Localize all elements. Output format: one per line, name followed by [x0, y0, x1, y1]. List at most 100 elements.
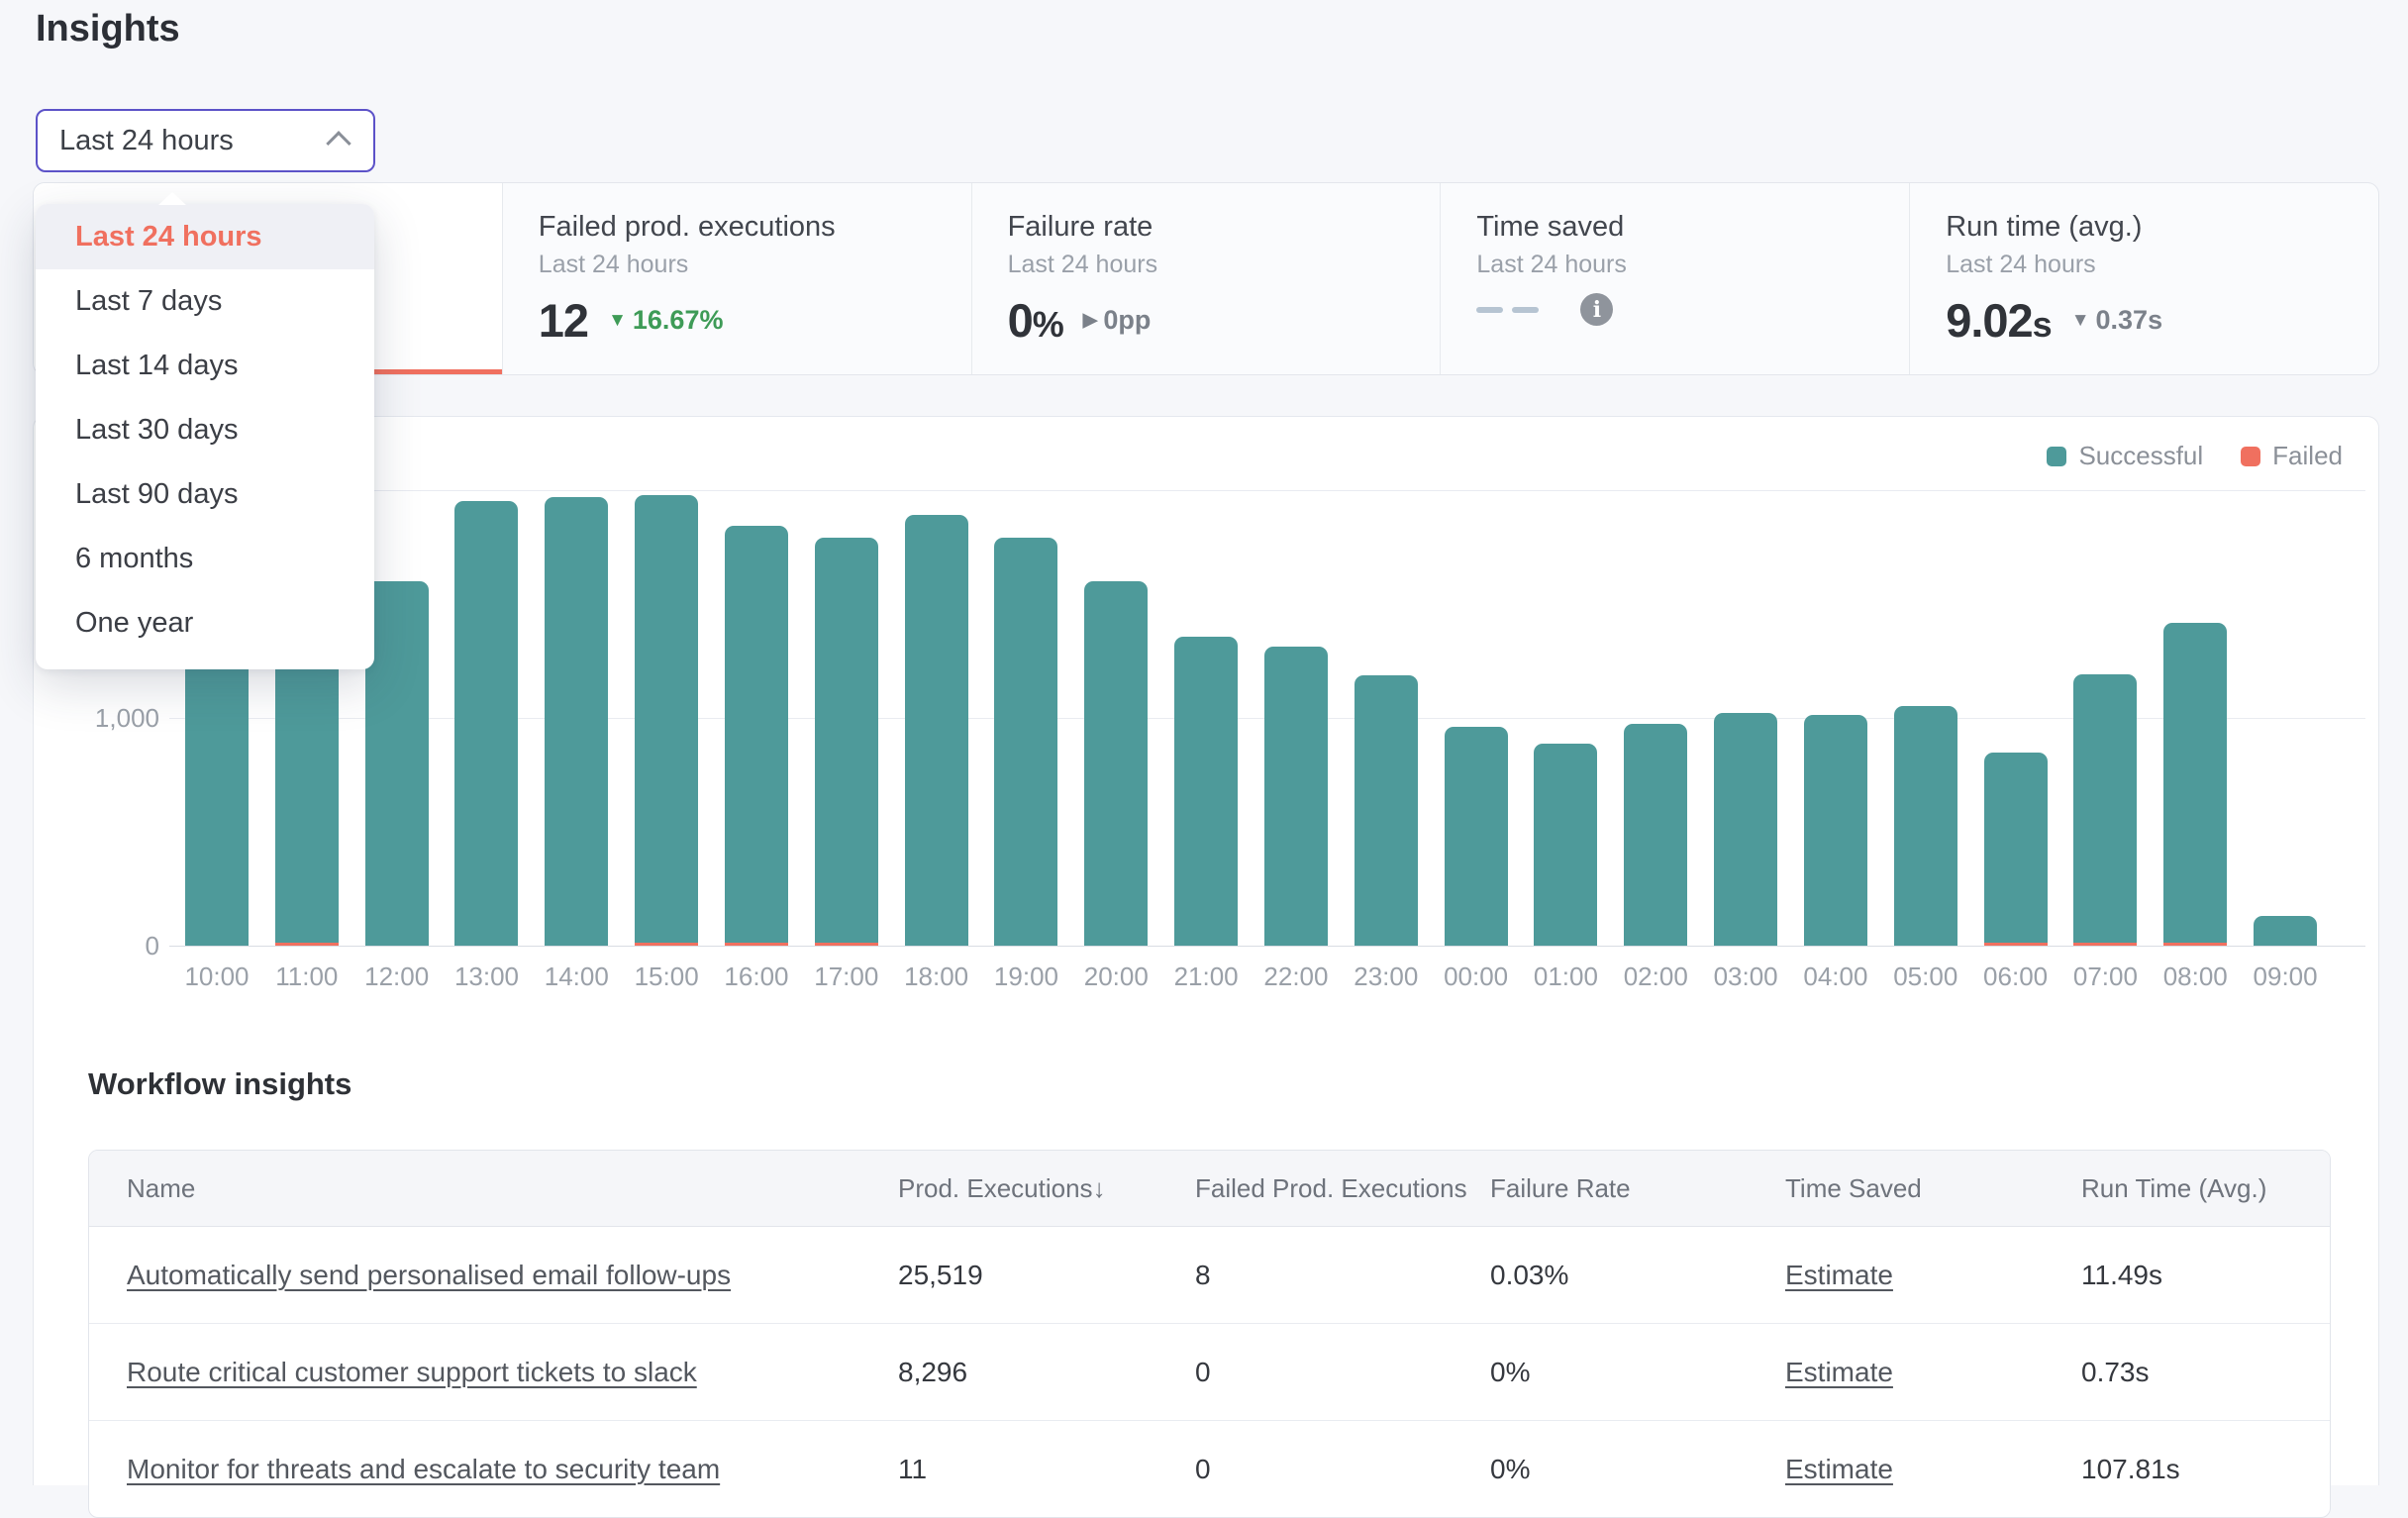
x-axis-tick-label: 09:00 [2236, 961, 2335, 992]
bar-successful-segment [635, 495, 698, 943]
time-range-dropdown-menu: Last 24 hoursLast 7 daysLast 14 daysLast… [36, 204, 374, 669]
cell-run-time-avg: 11.49s [2081, 1260, 2330, 1291]
bar-08:00 [2163, 623, 2227, 946]
x-axis-tick-label: 14:00 [527, 961, 626, 992]
x-axis-tick-label: 12:00 [348, 961, 447, 992]
estimate-link[interactable]: Estimate [1785, 1260, 1893, 1290]
card-value: 9.02s [1946, 293, 2052, 348]
x-axis-tick-label: 08:00 [2146, 961, 2245, 992]
time-range-option-last-7-days[interactable]: Last 7 days [36, 269, 374, 334]
bar-failed-segment [635, 943, 698, 946]
sort-descending-icon: ↓ [1093, 1173, 1106, 1203]
bar-successful-segment [1894, 706, 1957, 946]
bar-failed-segment [2073, 943, 2137, 946]
time-range-selected-value: Last 24 hours [59, 125, 234, 157]
insights-panel: SuccessfulFailed 01,0002,00010:0011:0012… [33, 416, 2379, 1485]
time-range-option-last-14-days[interactable]: Last 14 days [36, 334, 374, 398]
legend-item-successful[interactable]: Successful [2047, 441, 2203, 471]
bar-successful-segment [725, 526, 788, 943]
bar-successful-segment [815, 538, 878, 943]
column-header-failed-prod-executions[interactable]: Failed Prod. Executions [1195, 1173, 1490, 1204]
bar-07:00 [2073, 674, 2137, 946]
bar-18:00 [905, 515, 968, 946]
x-axis-tick-label: 21:00 [1156, 961, 1255, 992]
x-axis-tick-label: 18:00 [887, 961, 986, 992]
bar-23:00 [1354, 675, 1418, 946]
x-axis-tick-label: 16:00 [707, 961, 806, 992]
workflow-name-link[interactable]: Route critical customer support tickets … [127, 1357, 697, 1387]
cell-failure-rate: 0% [1490, 1454, 1785, 1485]
time-range-option-last-30-days[interactable]: Last 30 days [36, 398, 374, 462]
estimate-link[interactable]: Estimate [1785, 1357, 1893, 1387]
time-range-option-last-24-hours[interactable]: Last 24 hours [36, 204, 374, 269]
summary-cards-row: Failed prod. executionsLast 24 hours12▼1… [33, 182, 2379, 375]
no-data-dashes [1476, 307, 1539, 313]
bar-successful-segment [1264, 647, 1328, 946]
time-range-option-one-year[interactable]: One year [36, 591, 374, 656]
bar-03:00 [1714, 713, 1777, 946]
chart-legend: Successful Failed [2047, 441, 2343, 471]
bar-successful-segment [1984, 753, 2048, 943]
legend-item-failed[interactable]: Failed [2241, 441, 2343, 471]
card-delta: ▼16.67% [608, 305, 723, 336]
x-axis-tick-label: 02:00 [1606, 961, 1705, 992]
card-value: 12 [539, 293, 588, 348]
x-axis-tick-label: 05:00 [1876, 961, 1975, 992]
column-header-prod-executions[interactable]: Prod. Executions↓ [898, 1173, 1195, 1204]
column-header-name[interactable]: Name [89, 1173, 898, 1204]
x-axis-tick-label: 01:00 [1516, 961, 1615, 992]
card-delta: ▼0.37s [2071, 305, 2162, 336]
cell-prod-executions: 25,519 [898, 1260, 1195, 1291]
bar-successful-segment [1624, 724, 1687, 946]
card-delta: ▶0pp [1083, 305, 1152, 336]
bar-01:00 [1534, 744, 1597, 946]
card-title: Run time (avg.) [1946, 211, 2378, 244]
chevron-up-icon [326, 131, 351, 155]
bar-11:00 [275, 642, 339, 946]
bar-successful-segment [454, 501, 518, 946]
summary-card-run-time-avg-[interactable]: Run time (avg.) Last 24 hours 9.02s ▼0.37s [1910, 183, 2378, 374]
table-row: Monitor for threats and escalate to secu… [89, 1420, 2330, 1517]
bar-successful-segment [545, 497, 608, 946]
bar-successful-segment [1445, 727, 1508, 946]
legend-swatch-successful [2047, 447, 2066, 466]
bar-successful-segment [1174, 637, 1238, 946]
table-row: Automatically send personalised email fo… [89, 1227, 2330, 1323]
column-header-failure-rate[interactable]: Failure Rate [1490, 1173, 1785, 1204]
x-axis-tick-label: 11:00 [257, 961, 356, 992]
bar-failed-segment [275, 943, 339, 946]
estimate-link[interactable]: Estimate [1785, 1454, 1893, 1484]
card-value: 0% [1008, 293, 1063, 348]
y-axis-tick-label: 1,000 [34, 703, 159, 733]
bar-22:00 [1264, 647, 1328, 946]
summary-card-failed-prod-executions[interactable]: Failed prod. executionsLast 24 hours12▼1… [503, 183, 972, 374]
bar-00:00 [1445, 727, 1508, 946]
bar-15:00 [635, 495, 698, 946]
cell-prod-executions: 8,296 [898, 1357, 1195, 1388]
workflow-name-link[interactable]: Monitor for threats and escalate to secu… [127, 1454, 720, 1484]
summary-card-time-saved[interactable]: Time savedLast 24 hours [1441, 183, 1910, 374]
cell-failed-prod-executions: 0 [1195, 1357, 1490, 1388]
bar-02:00 [1624, 724, 1687, 946]
bar-16:00 [725, 526, 788, 946]
cell-run-time-avg: 0.73s [2081, 1357, 2330, 1388]
card-subtitle: Last 24 hours [1946, 251, 2378, 279]
time-range-select[interactable]: Last 24 hours [36, 109, 375, 172]
workflow-name-link[interactable]: Automatically send personalised email fo… [127, 1260, 731, 1290]
bar-14:00 [545, 497, 608, 946]
gridline-0 [169, 946, 2365, 947]
table-row: Route critical customer support tickets … [89, 1323, 2330, 1420]
column-header-run-time-avg-[interactable]: Run Time (Avg.) [2081, 1173, 2330, 1204]
bar-17:00 [815, 538, 878, 946]
table-header-row: NameProd. Executions↓Failed Prod. Execut… [89, 1151, 2330, 1227]
time-range-option-last-90-days[interactable]: Last 90 days [36, 462, 374, 527]
time-range-option-6-months[interactable]: 6 months [36, 527, 374, 591]
x-axis-tick-label: 10:00 [167, 961, 266, 992]
bar-05:00 [1894, 706, 1957, 946]
bar-failed-segment [2163, 943, 2227, 946]
card-subtitle: Last 24 hours [1008, 251, 1441, 279]
column-header-time-saved[interactable]: Time Saved [1785, 1173, 2081, 1204]
info-icon[interactable] [1580, 293, 1613, 326]
x-axis-tick-label: 20:00 [1066, 961, 1165, 992]
summary-card-failure-rate[interactable]: Failure rateLast 24 hours0%▶0pp [972, 183, 1442, 374]
